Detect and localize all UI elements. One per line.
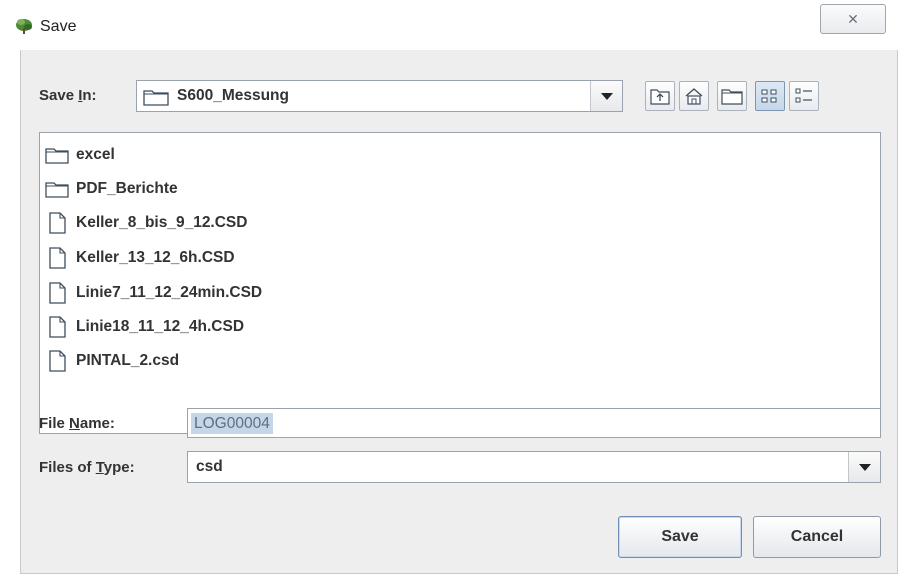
chevron-down-icon — [600, 92, 613, 100]
title-bar[interactable]: Save ✕ — [0, 0, 904, 50]
save-in-combo[interactable]: S600_Messung — [136, 80, 623, 112]
home-icon — [685, 88, 703, 105]
files-of-type-combo[interactable]: csd — [187, 451, 881, 483]
folder-icon — [143, 90, 169, 106]
cancel-button[interactable]: Cancel — [753, 516, 881, 558]
file-name: PINTAL_2.csd — [76, 352, 180, 369]
up-one-level-button[interactable] — [645, 81, 675, 111]
new-folder-button[interactable] — [717, 81, 747, 111]
file-icon — [49, 212, 66, 234]
dialog-body: Save In: S600_Messung excel PDF_Berichte… — [20, 50, 898, 574]
list-item-file[interactable]: PINTAL_2.csd — [44, 347, 179, 375]
file-name: Linie7_11_12_24min.CSD — [76, 284, 263, 301]
save-button[interactable]: Save — [618, 516, 742, 558]
file-icon — [49, 350, 66, 372]
file-name: excel — [76, 146, 115, 163]
up-folder-icon — [650, 89, 670, 105]
folder-icon — [45, 148, 69, 164]
window-title: Save — [40, 18, 77, 35]
file-name-label-suffix: ame: — [79, 415, 115, 432]
file-name-input[interactable]: LOG00004 — [187, 408, 881, 438]
file-name-label-mnemonic: N — [69, 415, 80, 432]
details-view-icon — [795, 88, 812, 103]
home-button[interactable] — [679, 81, 709, 111]
save-in-label-prefix: Save — [39, 87, 79, 104]
list-item-file[interactable]: Linie18_11_12_4h.CSD — [44, 313, 244, 341]
list-item-file[interactable]: Keller_8_bis_9_12.CSD — [44, 209, 247, 237]
close-button[interactable]: ✕ — [820, 4, 886, 34]
save-in-dropdown-button[interactable] — [590, 81, 622, 111]
list-item-folder[interactable]: PDF_Berichte — [44, 175, 178, 203]
file-icon — [49, 247, 66, 269]
chevron-down-icon — [858, 463, 871, 471]
list-item-folder[interactable]: excel — [44, 141, 115, 169]
file-name: Keller_13_12_6h.CSD — [76, 249, 235, 266]
file-name-label: File Name: — [39, 415, 115, 432]
file-name-label-prefix: File — [39, 415, 70, 432]
file-icon — [49, 316, 66, 338]
file-name: Keller_8_bis_9_12.CSD — [76, 214, 248, 231]
file-name-value: LOG00004 — [191, 413, 273, 434]
files-of-type-label-suffix: ype: — [103, 459, 135, 476]
new-folder-icon — [721, 89, 743, 105]
list-item-file[interactable]: Linie7_11_12_24min.CSD — [44, 279, 262, 307]
file-name: PDF_Berichte — [76, 180, 178, 197]
save-in-value: S600_Messung — [177, 87, 289, 104]
files-of-type-label: Files of Type: — [39, 459, 135, 476]
save-in-label-suffix: n: — [82, 87, 97, 104]
list-view-icon — [761, 89, 777, 103]
list-view-button[interactable] — [755, 81, 785, 111]
file-name: Linie18_11_12_4h.CSD — [76, 318, 245, 335]
files-of-type-value: csd — [196, 458, 223, 475]
files-of-type-dropdown-button[interactable] — [848, 452, 880, 482]
save-dialog: Save ✕ Save In: S600_Messung excel PDF_B… — [0, 0, 904, 581]
folder-icon — [45, 182, 69, 198]
files-of-type-label-mnemonic: T — [95, 459, 104, 476]
save-in-label: Save In: — [39, 87, 97, 104]
list-item-file[interactable]: Keller_13_12_6h.CSD — [44, 244, 235, 272]
app-logo-icon — [16, 19, 32, 34]
files-of-type-label-prefix: Files of — [39, 459, 96, 476]
file-icon — [49, 282, 66, 304]
file-list[interactable]: excel PDF_Berichte Keller_8_bis_9_12.CSD — [39, 132, 881, 434]
close-icon: ✕ — [847, 11, 859, 27]
details-view-button[interactable] — [789, 81, 819, 111]
